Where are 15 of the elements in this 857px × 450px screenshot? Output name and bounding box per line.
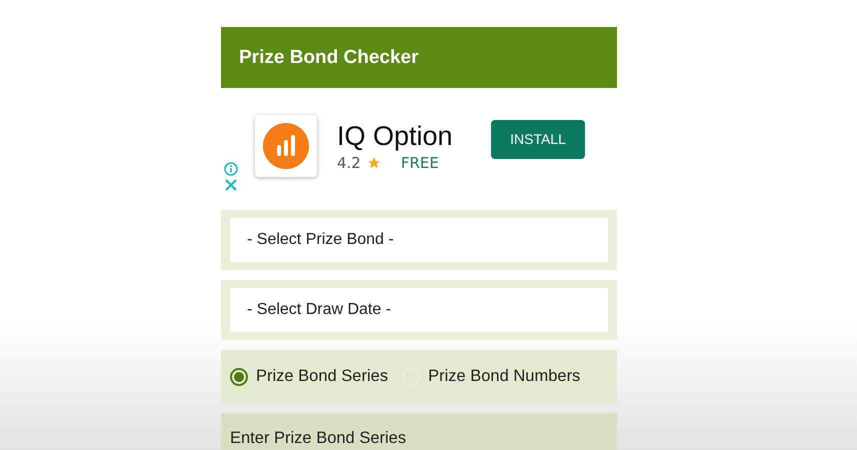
- install-button[interactable]: INSTALL: [491, 120, 585, 158]
- radio-icon[interactable]: [230, 368, 248, 386]
- info-icon[interactable]: [224, 162, 238, 176]
- price: FREE: [400, 154, 439, 172]
- close-icon[interactable]: [224, 178, 238, 192]
- radio-option[interactable]: Prize Bond Series: [230, 367, 388, 386]
- ad-app-name: IQ Option: [337, 120, 454, 152]
- star-icon: [366, 156, 381, 170]
- section-label: Enter Prize Bond Series: [230, 428, 406, 448]
- dropdown-field[interactable]: - Select Draw Date -: [230, 288, 608, 332]
- app-title: Prize Bond Checker: [239, 46, 418, 68]
- rating: 4.2: [337, 154, 361, 172]
- app-icon: [255, 115, 317, 177]
- dropdown-field[interactable]: - Select Prize Bond -: [230, 218, 608, 262]
- radio-option[interactable]: Prize Bond Numbers: [402, 367, 580, 386]
